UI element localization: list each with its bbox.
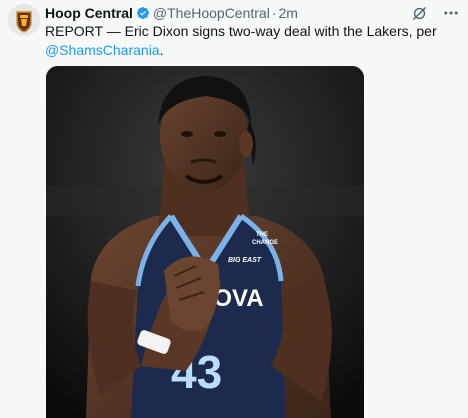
timestamp[interactable]: 2m xyxy=(279,5,298,21)
verified-badge-icon xyxy=(136,6,150,20)
author-name[interactable]: Hoop Central xyxy=(45,5,133,21)
more-icon[interactable] xyxy=(442,4,460,22)
author-handle[interactable]: @TheHoopCentral xyxy=(153,5,270,21)
player-photo: THE CHANGE BIG EAST NOVA 43 xyxy=(46,66,364,418)
jersey-brand-line2: CHANGE xyxy=(252,240,278,246)
header-actions xyxy=(411,4,460,22)
jersey-brand-line1: THE xyxy=(256,232,268,238)
mention-link[interactable]: @ShamsCharania xyxy=(45,42,160,58)
tweet-text-end: . xyxy=(159,42,164,58)
grok-icon[interactable] xyxy=(411,5,428,22)
tweet-body: REPORT — Eric Dixon signs two-way deal w… xyxy=(45,23,437,39)
avatar[interactable] xyxy=(8,4,40,36)
tweet-text: REPORT — Eric Dixon signs two-way deal w… xyxy=(45,22,455,60)
tweet-photo[interactable]: THE CHANGE BIG EAST NOVA 43 xyxy=(46,66,364,418)
tweet-header: Hoop Central @TheHoopCentral · 2m xyxy=(45,4,460,22)
hoop-central-logo-icon xyxy=(8,4,40,36)
separator-dot: · xyxy=(271,5,277,21)
jersey-conference: BIG EAST xyxy=(228,257,262,264)
